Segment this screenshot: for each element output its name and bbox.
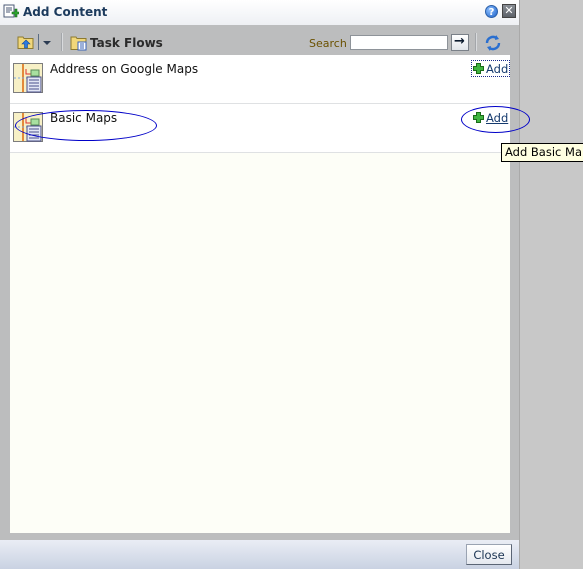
add-content-dialog: Add Content ? ✕ Task Flows Search → Addr…: [0, 0, 520, 569]
search-input[interactable]: [350, 35, 448, 50]
refresh-icon[interactable]: [484, 34, 502, 52]
item-title: Address on Google Maps: [50, 62, 199, 76]
add-label: Add: [486, 61, 509, 76]
tooltip: Add Basic Maps: [501, 143, 583, 162]
taskflow-icon: [13, 112, 43, 142]
plus-icon: [473, 63, 484, 74]
toolbar: Task Flows Search: [0, 25, 519, 55]
search-go-button[interactable]: [451, 34, 469, 51]
toolbar-separator: [61, 33, 63, 51]
chevron-down-icon[interactable]: [38, 34, 53, 50]
add-content-icon: [3, 4, 19, 18]
close-button[interactable]: Close: [466, 544, 512, 565]
plus-icon: [473, 112, 484, 123]
toolbar-separator: [475, 33, 477, 51]
list-item[interactable]: Address on Google Maps Add: [10, 55, 511, 104]
dialog-footer: Close: [0, 540, 519, 569]
content-list: Address on Google Maps Add Basic Maps Ad…: [10, 55, 511, 533]
search-label: Search: [309, 37, 347, 50]
dialog-title: Add Content: [23, 5, 108, 19]
add-label: Add: [486, 110, 509, 125]
taskflow-icon: [13, 63, 43, 93]
breadcrumb-task-flows: Task Flows: [90, 36, 163, 50]
dialog-titlebar: Add Content ? ✕: [0, 0, 519, 25]
help-icon[interactable]: ?: [485, 5, 498, 18]
close-icon[interactable]: ✕: [502, 4, 516, 18]
folder-up-icon[interactable]: [17, 34, 35, 50]
item-title: Basic Maps: [50, 111, 118, 125]
add-button[interactable]: Add: [470, 60, 511, 77]
taskflow-folder-icon: [70, 36, 87, 51]
add-button[interactable]: Add: [472, 110, 509, 125]
list-item[interactable]: Basic Maps Add: [10, 104, 510, 153]
